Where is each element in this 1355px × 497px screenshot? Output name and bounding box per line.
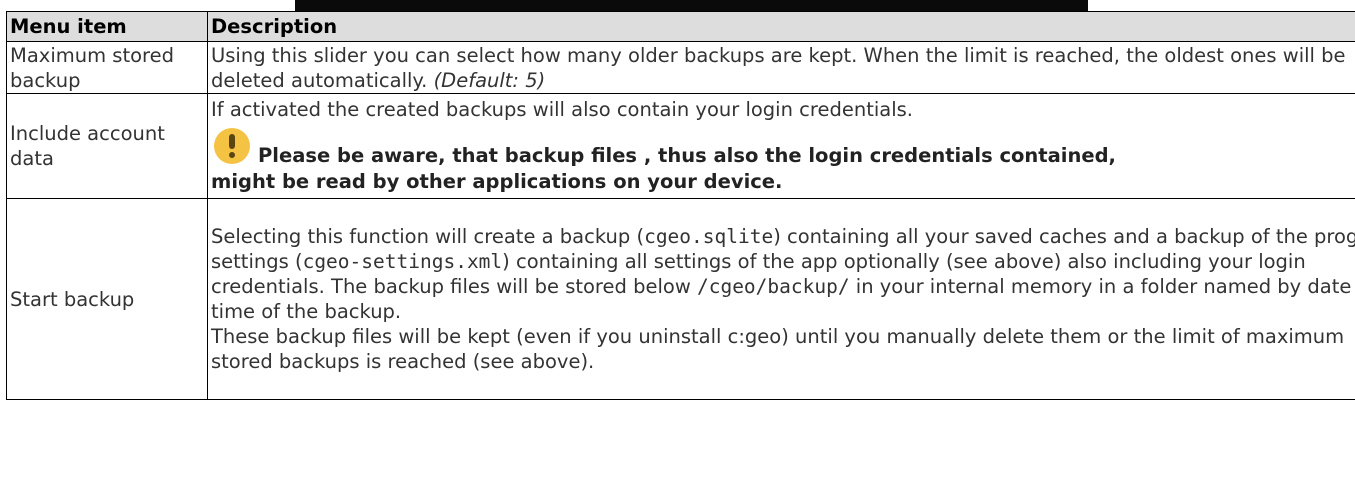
code-cgeo-settings-xml: cgeo-settings.xml [302, 250, 503, 273]
table-row: Start backup Selecting this function wil… [6, 198, 1355, 400]
header-description: Description [207, 11, 1355, 42]
menu-item-cell: Maximum stored backup [6, 41, 208, 94]
table-header-row: Menu item Description [6, 11, 1355, 42]
description-text: If activated the created backups will al… [211, 98, 913, 121]
menu-item-cell: Include account data [6, 93, 208, 199]
table-row: Include account data If activated the cr… [6, 93, 1355, 199]
description-cell: If activated the created backups will al… [207, 93, 1355, 199]
description-cell: Using this slider you can select how man… [207, 41, 1355, 94]
backup-settings-table: Menu item Description Maximum stored bac… [6, 11, 1355, 400]
header-menu-item: Menu item [6, 11, 208, 42]
description-text: Selecting this function will create a ba… [211, 225, 645, 248]
table-row: Maximum stored backup Using this slider … [6, 41, 1355, 94]
menu-item-cell: Start backup [6, 198, 208, 400]
page: Menu item Description Maximum stored bac… [0, 0, 1355, 497]
description-cell: Selecting this function will create a ba… [207, 198, 1355, 400]
top-image-strip [295, 0, 1088, 11]
description-text: Using this slider you can select how man… [211, 43, 1346, 92]
exclamation-warning-icon [214, 128, 250, 164]
warning-text-line-1: Please be aware, that backup files , thu… [258, 144, 1116, 167]
code-backup-path: /cgeo/backup/ [696, 275, 850, 298]
description-text: These backup files will be kept (even if… [211, 325, 1345, 373]
warning-text-line-2: might be read by other applications on y… [211, 170, 783, 193]
warning-notice: Please be aware, that backup files , thu… [211, 128, 1355, 195]
code-cgeo-sqlite: cgeo.sqlite [644, 225, 774, 248]
default-note: (Default: 5) [433, 68, 546, 92]
